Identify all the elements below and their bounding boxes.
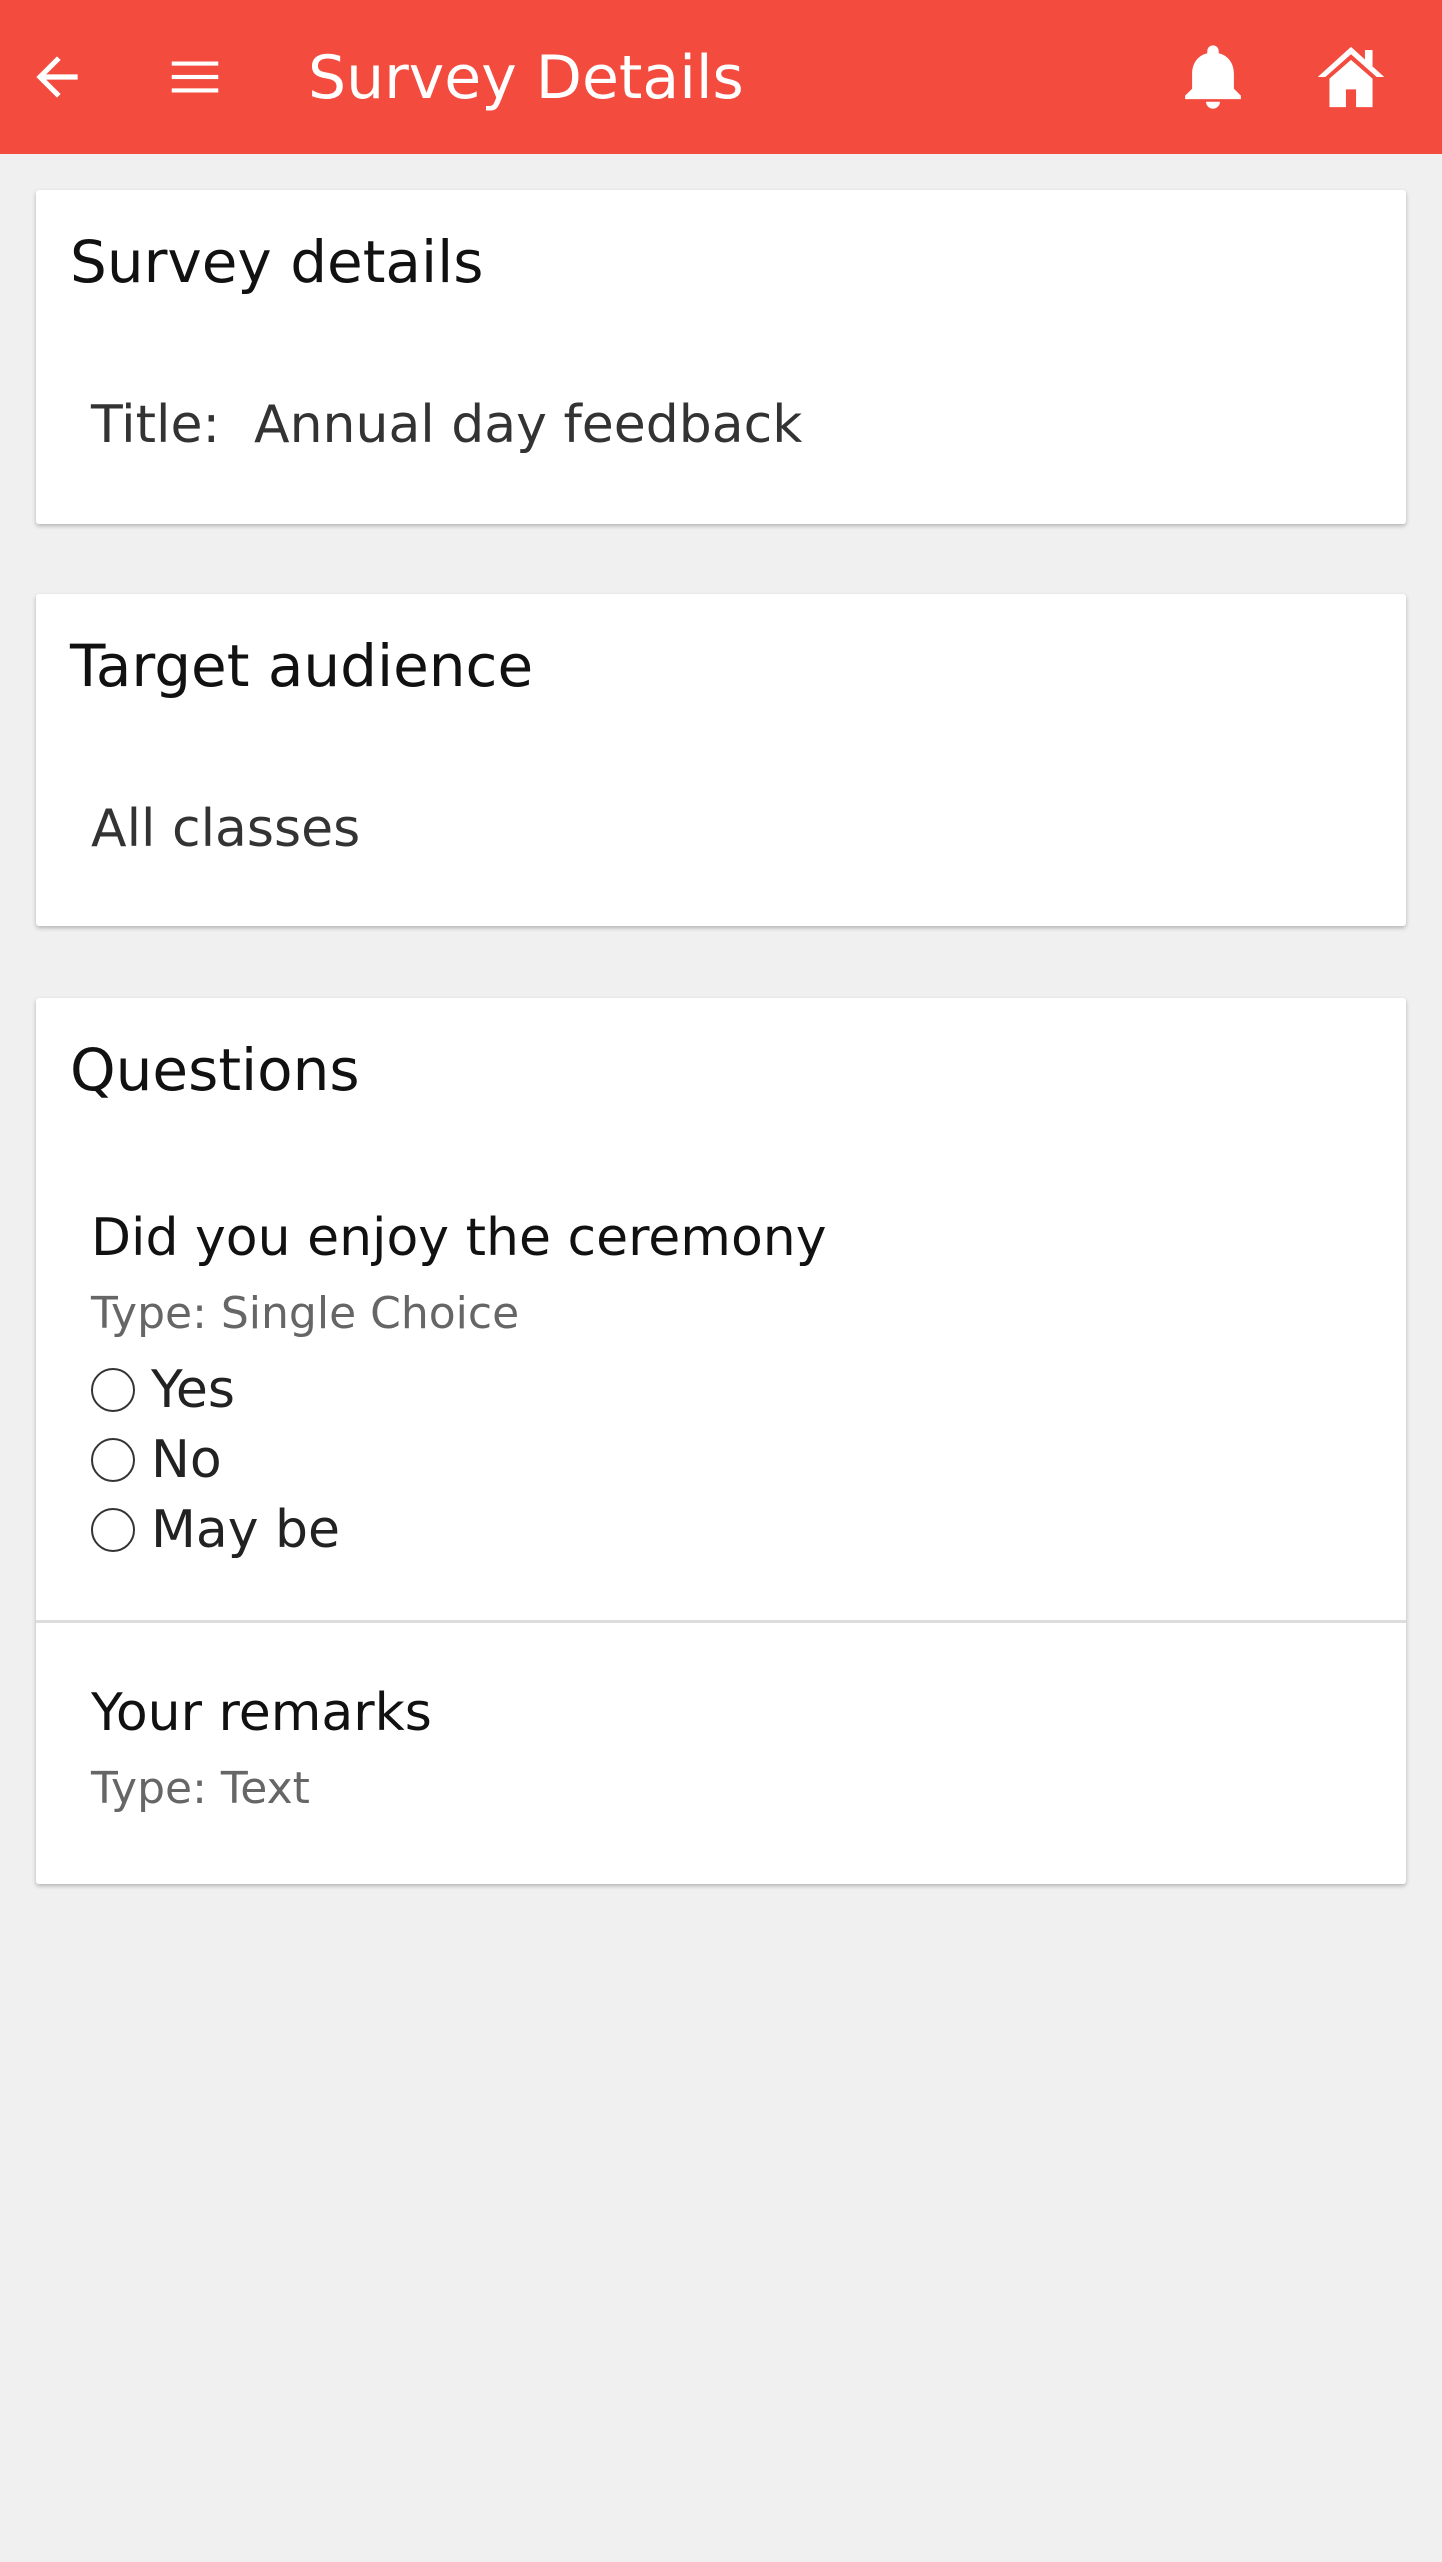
home-button[interactable] bbox=[1306, 32, 1396, 122]
title-label: Title: bbox=[91, 395, 220, 455]
option-label: Yes bbox=[151, 1360, 235, 1420]
arrow-left-icon bbox=[36, 56, 78, 98]
question-divider bbox=[36, 1620, 1406, 1623]
questions-heading: Questions bbox=[70, 1036, 360, 1104]
question-type: Type: Text bbox=[91, 1763, 310, 1814]
notifications-button[interactable] bbox=[1168, 32, 1258, 122]
question-title: Your remarks bbox=[91, 1683, 432, 1743]
question-title: Did you enjoy the ceremony bbox=[91, 1208, 827, 1268]
radio-button[interactable] bbox=[91, 1438, 135, 1482]
target-audience-card: Target audience All classes bbox=[36, 594, 1406, 926]
question-type: Type: Single Choice bbox=[91, 1288, 520, 1339]
bell-icon bbox=[1185, 45, 1241, 109]
radio-button[interactable] bbox=[91, 1368, 135, 1412]
target-audience-heading: Target audience bbox=[70, 632, 534, 700]
radio-button[interactable] bbox=[91, 1508, 135, 1552]
option-yes[interactable]: Yes bbox=[91, 1358, 235, 1422]
survey-details-card: Survey details Title: Annual day feedbac… bbox=[36, 190, 1406, 524]
home-icon bbox=[1317, 46, 1385, 108]
app-bar: Survey Details bbox=[0, 0, 1442, 154]
back-button[interactable] bbox=[12, 32, 102, 122]
menu-button[interactable] bbox=[150, 32, 240, 122]
option-label: No bbox=[151, 1430, 222, 1490]
survey-details-heading: Survey details bbox=[70, 228, 484, 296]
target-audience-value: All classes bbox=[91, 799, 361, 859]
hamburger-menu-icon bbox=[171, 61, 219, 93]
questions-card: Questions Did you enjoy the ceremony Typ… bbox=[36, 998, 1406, 1884]
title-value: Annual day feedback bbox=[254, 395, 803, 455]
option-label: May be bbox=[151, 1500, 341, 1560]
option-may-be[interactable]: May be bbox=[91, 1498, 340, 1562]
page-title: Survey Details bbox=[308, 43, 744, 113]
option-no[interactable]: No bbox=[91, 1428, 222, 1492]
